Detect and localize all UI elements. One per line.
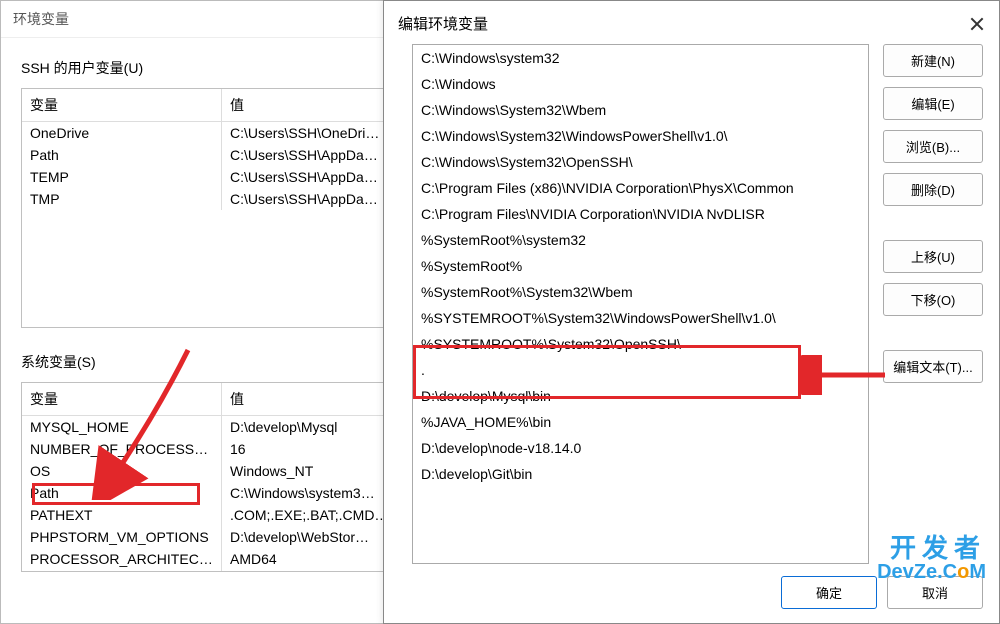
list-item[interactable]: %SystemRoot%\system32 bbox=[413, 227, 868, 253]
var-name: PATHEXT bbox=[22, 504, 222, 526]
list-item[interactable]: %SYSTEMROOT%\System32\OpenSSH\ bbox=[413, 331, 868, 357]
list-item[interactable]: C:\Windows\System32\OpenSSH\ bbox=[413, 149, 868, 175]
list-item[interactable]: %JAVA_HOME%\bin bbox=[413, 409, 868, 435]
delete-button[interactable]: 删除(D) bbox=[883, 173, 983, 206]
var-name: OS bbox=[22, 460, 222, 482]
var-name: Path bbox=[22, 144, 222, 166]
var-name: PROCESSOR_ARCHITECTURE bbox=[22, 548, 222, 570]
list-item[interactable]: D:\develop\node-v18.14.0 bbox=[413, 435, 868, 461]
close-icon[interactable] bbox=[969, 16, 985, 32]
var-name: TEMP bbox=[22, 166, 222, 188]
list-item[interactable]: C:\Program Files\NVIDIA Corporation\NVID… bbox=[413, 201, 868, 227]
column-header-var: 变量 bbox=[22, 383, 222, 415]
list-item[interactable]: C:\Windows\system32 bbox=[413, 45, 868, 71]
list-item[interactable]: C:\Windows\System32\Wbem bbox=[413, 97, 868, 123]
list-item[interactable]: %SystemRoot%\System32\Wbem bbox=[413, 279, 868, 305]
var-name: PROCESSOR_IDENTIFIER bbox=[22, 570, 222, 572]
new-button[interactable]: 新建(N) bbox=[883, 44, 983, 77]
list-item[interactable]: %SYSTEMROOT%\System32\WindowsPowerShell\… bbox=[413, 305, 868, 331]
window-title: 环境变量 bbox=[13, 9, 69, 29]
var-name: NUMBER_OF_PROCESSORS bbox=[22, 438, 222, 460]
list-item[interactable]: . bbox=[413, 357, 868, 383]
dialog-title: 编辑环境变量 bbox=[398, 13, 488, 34]
list-item[interactable]: C:\Windows bbox=[413, 71, 868, 97]
list-item[interactable]: D:\develop\Mysql\bin bbox=[413, 383, 868, 409]
column-header-var: 变量 bbox=[22, 89, 222, 121]
ok-button[interactable]: 确定 bbox=[781, 576, 877, 609]
cancel-button[interactable]: 取消 bbox=[887, 576, 983, 609]
list-item[interactable]: C:\Program Files (x86)\NVIDIA Corporatio… bbox=[413, 175, 868, 201]
move-up-button[interactable]: 上移(U) bbox=[883, 240, 983, 273]
edit-environment-variable-dialog: 编辑环境变量 C:\Windows\system32C:\WindowsC:\W… bbox=[383, 0, 1000, 624]
edit-button[interactable]: 编辑(E) bbox=[883, 87, 983, 120]
move-down-button[interactable]: 下移(O) bbox=[883, 283, 983, 316]
var-name: TMP bbox=[22, 188, 222, 210]
list-item[interactable]: C:\Windows\System32\WindowsPowerShell\v1… bbox=[413, 123, 868, 149]
list-item[interactable]: D:\develop\Git\bin bbox=[413, 461, 868, 487]
list-item[interactable]: %SystemRoot% bbox=[413, 253, 868, 279]
var-name: OneDrive bbox=[22, 122, 222, 144]
path-entries-list[interactable]: C:\Windows\system32C:\WindowsC:\Windows\… bbox=[412, 44, 869, 564]
var-name: PHPSTORM_VM_OPTIONS bbox=[22, 526, 222, 548]
browse-button[interactable]: 浏览(B)... bbox=[883, 130, 983, 163]
var-name: MYSQL_HOME bbox=[22, 416, 222, 438]
edit-text-button[interactable]: 编辑文本(T)... bbox=[883, 350, 983, 383]
var-name: Path bbox=[22, 482, 222, 504]
